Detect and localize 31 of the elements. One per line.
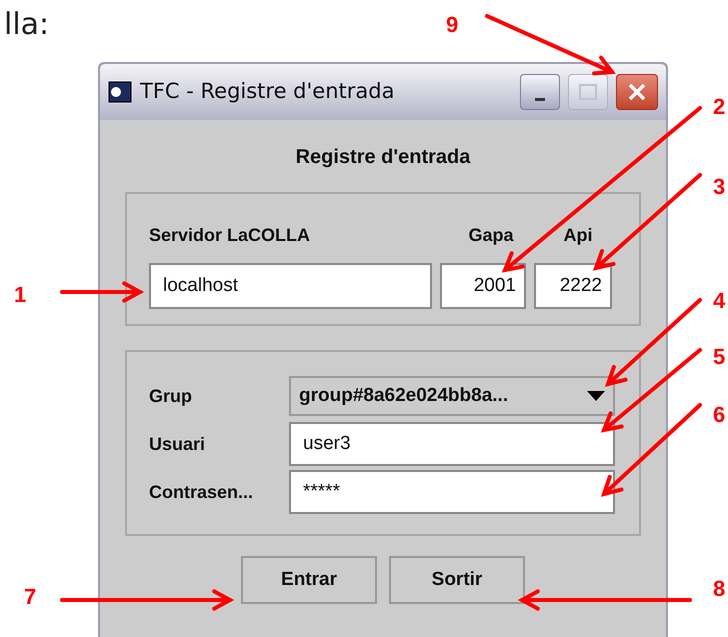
gapa-field[interactable]: 2001 bbox=[440, 263, 526, 309]
field-label: Usuari bbox=[149, 432, 206, 456]
callout-number: 4 bbox=[713, 287, 726, 315]
server-field[interactable]: localhost bbox=[149, 263, 432, 309]
field-label: Grup bbox=[149, 384, 193, 408]
dialog-heading: Registre d'entrada bbox=[294, 145, 472, 170]
callout-number: 3 bbox=[713, 173, 726, 201]
dialog-button[interactable]: Entrar bbox=[241, 556, 377, 604]
callout-number: 2 bbox=[713, 93, 726, 121]
api-label: Api bbox=[562, 224, 594, 247]
callout-number: 5 bbox=[713, 343, 726, 371]
close-icon bbox=[627, 82, 647, 102]
callout-number: 1 bbox=[14, 281, 26, 309]
java-icon bbox=[108, 81, 132, 103]
group-dropdown[interactable]: group#8a62e024bb8a... bbox=[289, 376, 615, 416]
document-text: lla: bbox=[4, 6, 50, 44]
dropdown-arrow-icon bbox=[587, 391, 605, 401]
minimize-button[interactable] bbox=[520, 74, 560, 110]
close-button[interactable] bbox=[616, 74, 658, 110]
window-title: TFC - Registre d'entrada bbox=[140, 78, 394, 106]
callout-number: 8 bbox=[713, 575, 726, 603]
server-label: Servidor LaCOLLA bbox=[149, 224, 312, 247]
dialog-button[interactable]: Sortir bbox=[389, 556, 525, 604]
gapa-label: Gapa bbox=[467, 224, 515, 247]
api-field[interactable]: 2222 bbox=[534, 263, 612, 309]
callout-number: 6 bbox=[713, 401, 726, 429]
callout-number: 7 bbox=[24, 583, 36, 611]
callout-number: 9 bbox=[446, 11, 458, 39]
text-field[interactable]: user3 bbox=[289, 422, 615, 466]
text-field[interactable]: ***** bbox=[289, 470, 615, 514]
field-label: Contrasen... bbox=[149, 480, 254, 504]
